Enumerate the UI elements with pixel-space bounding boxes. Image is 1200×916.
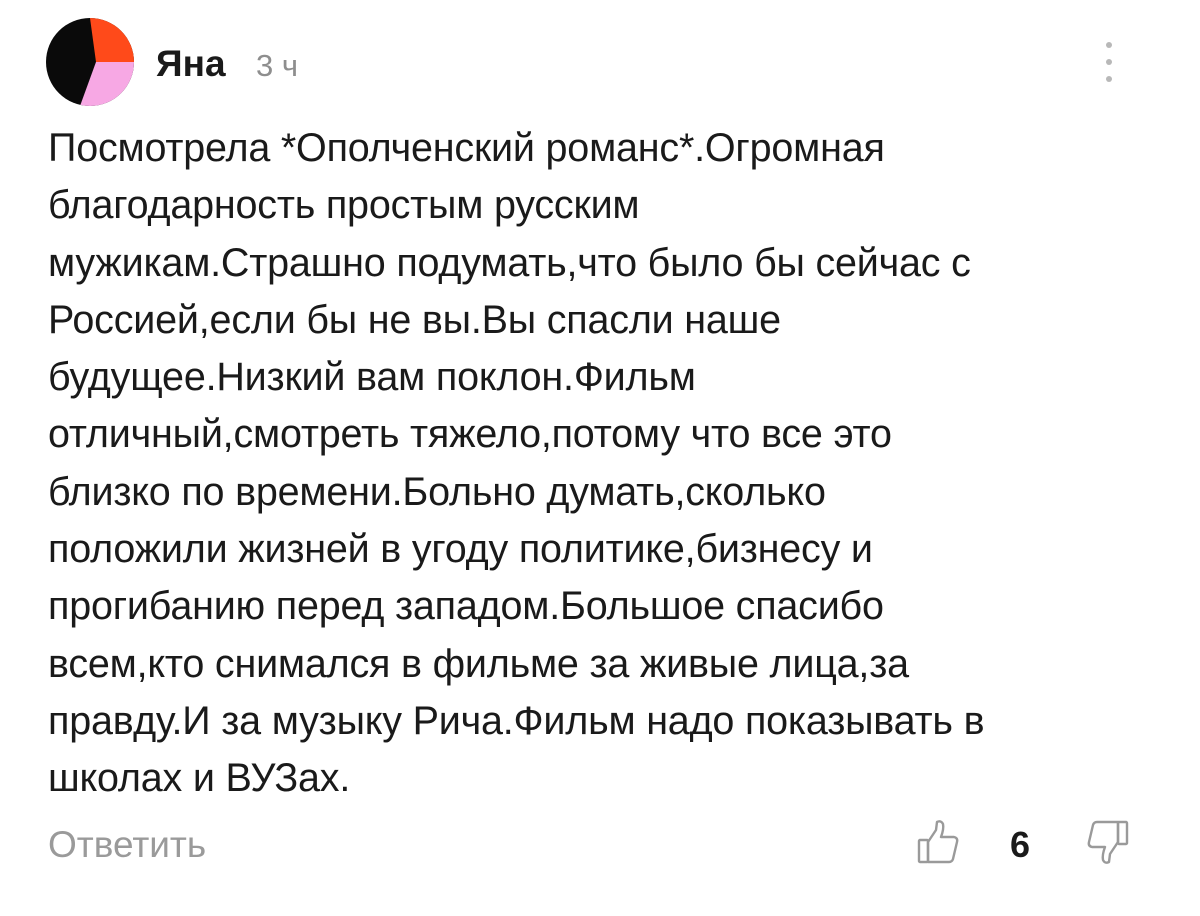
thumbs-down-icon[interactable]	[1086, 818, 1130, 866]
comment-time: 3 ч	[256, 48, 299, 83]
dot-icon	[1106, 76, 1112, 82]
comment-text-line: прогибанию перед западом.Большое спасибо	[48, 584, 884, 629]
comment-text-line: школах и ВУЗах.	[48, 756, 351, 801]
comment-text-line: благодарность простым русским	[48, 183, 640, 228]
avatar-graphic	[46, 18, 134, 106]
comment-text-line: близко по времени.Больно думать,сколько	[48, 469, 826, 514]
reply-button[interactable]: Ответить	[48, 820, 206, 870]
comment-text-line: будущее.Низкий вам поклон.Фильм	[48, 355, 696, 400]
comment-text-line: Россией,если бы не вы.Вы спасли наше	[48, 297, 781, 342]
like-count: 6	[1010, 824, 1031, 865]
dot-icon	[1106, 42, 1112, 48]
comment-text-line: отличный,смотреть тяжело,потому что все …	[48, 412, 892, 457]
comment-text-line: правду.И за музыку Рича.Фильм надо показ…	[48, 698, 985, 743]
comment-text-line: всем,кто снимался в фильме за живые лица…	[48, 641, 909, 686]
comment-text: Посмотрела *Ополченский романс*.Огромная…	[48, 120, 1168, 808]
author-name[interactable]: Яна	[156, 40, 226, 88]
comment-text-line: положили жизней в угоду политике,бизнесу…	[48, 527, 873, 572]
more-options-icon[interactable]	[1094, 40, 1124, 84]
dot-icon	[1106, 59, 1112, 65]
comment-card: Яна 3 ч Посмотрела *Ополченский романс*.…	[0, 0, 1200, 916]
thumbs-up-icon[interactable]	[916, 818, 960, 866]
avatar[interactable]	[46, 18, 134, 106]
comment-text-line: Посмотрела *Ополченский романс*.Огромная	[48, 126, 885, 170]
comment-text-line: мужикам.Страшно подумать,что было бы сей…	[48, 240, 971, 285]
